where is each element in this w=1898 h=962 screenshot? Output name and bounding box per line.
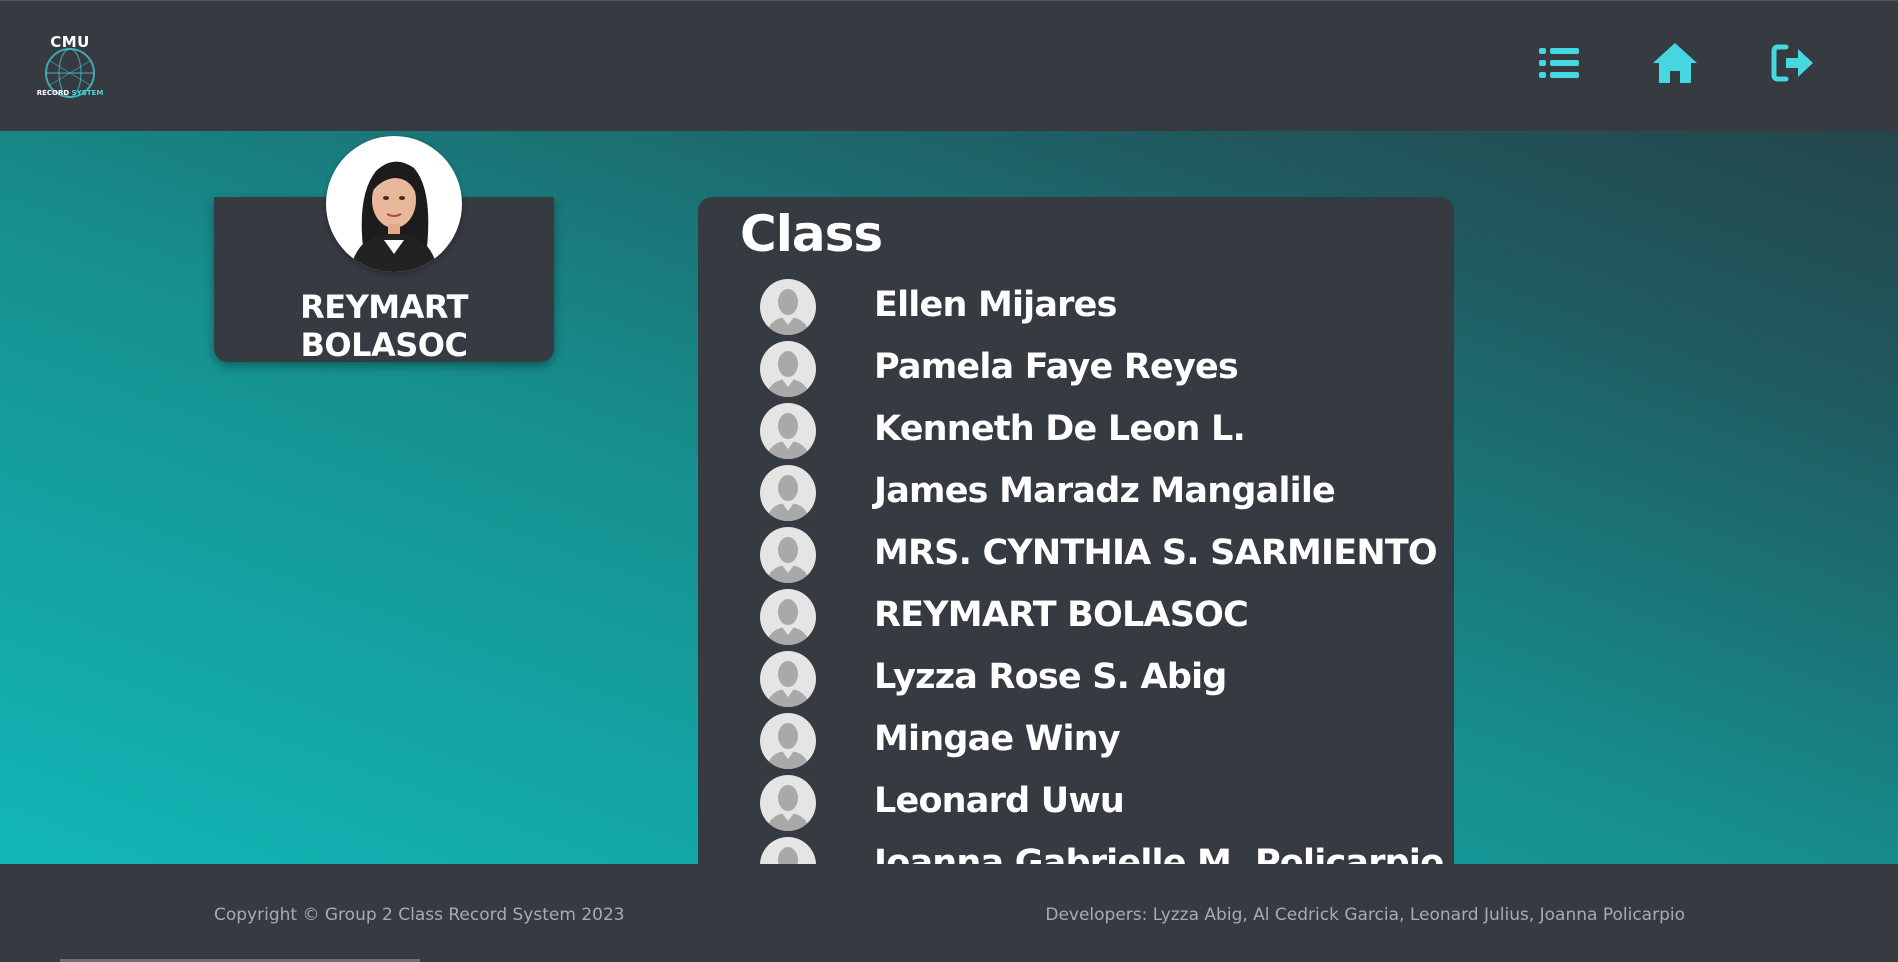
student-row[interactable]: James Maradz Mangalile [698,463,1454,525]
developers-text: Developers: Lyzza Abig, Al Cedrick Garci… [1045,905,1685,925]
student-row[interactable]: Kenneth De Leon L. [698,401,1454,463]
avatar-placeholder-icon [760,465,816,521]
class-panel: Class Ellen Mijares Pamela Faye Reyes Ke… [698,197,1454,864]
home-icon[interactable] [1652,41,1698,85]
class-title: Class [740,205,883,263]
student-name: Leonard Uwu [874,781,1125,821]
student-row[interactable]: Ellen Mijares [698,277,1454,339]
avatar-placeholder-icon [760,775,816,831]
student-name: Joanna Gabrielle M. Policarpio [874,843,1444,864]
student-row[interactable]: Pamela Faye Reyes [698,339,1454,401]
copyright-text: Copyright © Group 2 Class Record System … [214,905,625,925]
student-name: MRS. CYNTHIA S. SARMIENTO [874,533,1438,573]
student-row[interactable]: MRS. CYNTHIA S. SARMIENTO [698,525,1454,587]
student-row[interactable]: Mingae Winy [698,711,1454,773]
student-list: Ellen Mijares Pamela Faye Reyes Kenneth … [698,277,1454,864]
student-row[interactable]: REYMART BOLASOC [698,587,1454,649]
top-navbar: CMU RECORD SYSTEM [0,0,1898,131]
logo-title: CMU [50,33,90,51]
student-name: Mingae Winy [874,719,1121,759]
avatar-placeholder-icon [760,341,816,397]
student-row[interactable]: Joanna Gabrielle M. Policarpio [698,835,1454,864]
avatar-placeholder-icon [760,713,816,769]
student-name: REYMART BOLASOC [874,595,1249,635]
profile-name: REYMART BOLASOC [300,288,468,364]
student-row[interactable]: Lyzza Rose S. Abig [698,649,1454,711]
student-name: Kenneth De Leon L. [874,409,1246,449]
logo-sub-record: RECORD [36,89,70,97]
avatar-placeholder-icon [760,527,816,583]
student-row[interactable]: Leonard Uwu [698,773,1454,835]
logo-sub-system: SYSTEM [71,89,104,97]
avatar-placeholder-icon [760,651,816,707]
cmu-logo[interactable]: CMU RECORD SYSTEM [34,31,106,103]
avatar-placeholder-icon [760,403,816,459]
profile-avatar[interactable] [326,136,462,272]
student-name: Lyzza Rose S. Abig [874,657,1227,697]
student-name: Ellen Mijares [874,285,1117,325]
list-icon[interactable] [1536,41,1582,85]
student-name: James Maradz Mangalile [874,471,1336,511]
student-name: Pamela Faye Reyes [874,347,1239,387]
logo-subtitle: RECORD SYSTEM [34,89,106,97]
avatar-placeholder-icon [760,589,816,645]
avatar-placeholder-icon [760,837,816,864]
avatar-placeholder-icon [760,279,816,335]
main-content: REYMART BOLASOC Class Ellen Mijares Pame… [0,131,1898,864]
logout-icon[interactable] [1770,41,1816,85]
footer: Copyright © Group 2 Class Record System … [0,864,1898,962]
